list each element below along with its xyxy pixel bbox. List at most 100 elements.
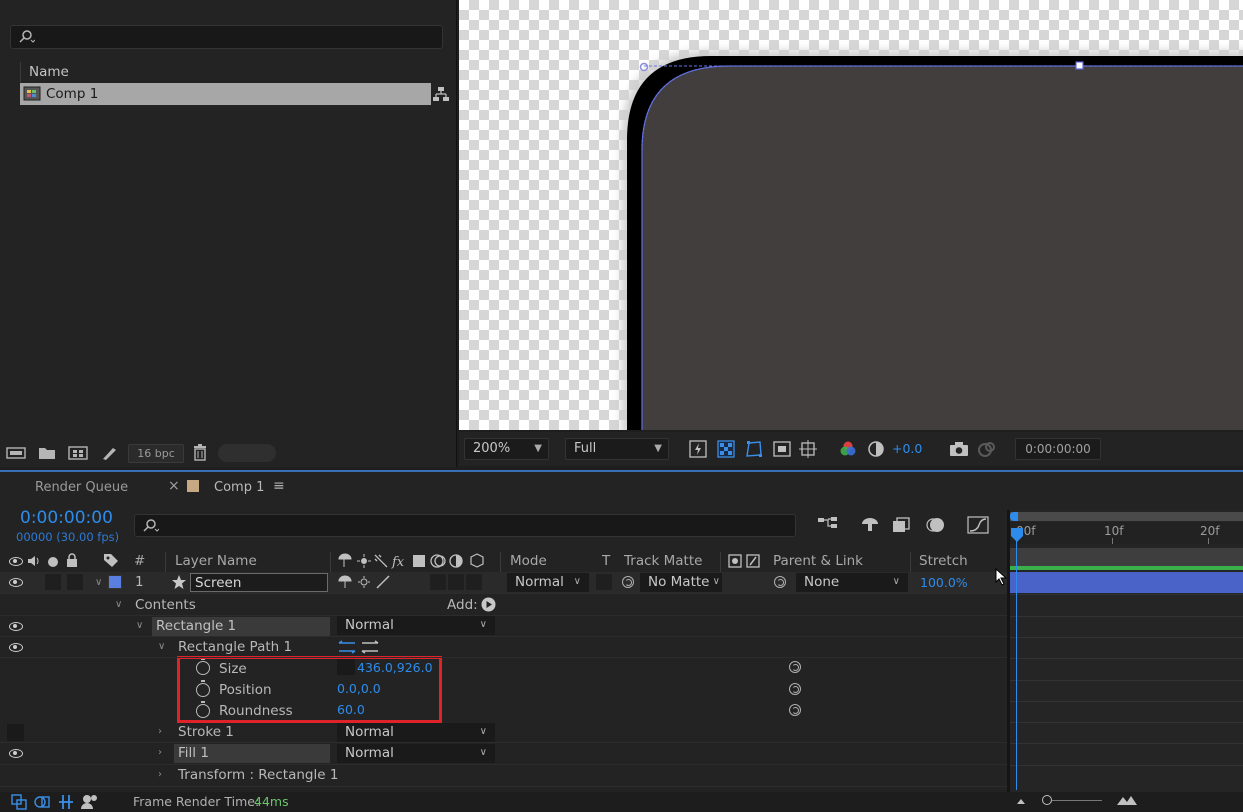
chevron-down-icon[interactable]: ∨ bbox=[95, 577, 102, 588]
work-area-bar[interactable] bbox=[1010, 512, 1243, 521]
reset-exposure-icon[interactable] bbox=[867, 440, 885, 458]
thumbnail-slider[interactable] bbox=[218, 444, 276, 462]
resolution-select[interactable]: Full ▼ bbox=[565, 438, 669, 460]
audio-header-icon[interactable] bbox=[27, 554, 41, 568]
current-time-display[interactable]: 0:00:00:00 bbox=[1015, 438, 1101, 460]
parent-dropdown[interactable]: None ∨ bbox=[796, 573, 908, 592]
chevron-right-icon[interactable]: › bbox=[158, 726, 162, 737]
work-area-start-handle[interactable] bbox=[1010, 512, 1018, 521]
switch-box[interactable] bbox=[448, 574, 464, 590]
show-snapshot-icon[interactable] bbox=[977, 440, 997, 458]
pickwhip-icon[interactable] bbox=[789, 704, 801, 716]
mask-visibility-icon[interactable] bbox=[745, 440, 763, 458]
close-tab-icon[interactable]: × bbox=[168, 478, 180, 494]
anchor-point[interactable] bbox=[639, 62, 649, 72]
graph-editor-icon[interactable] bbox=[967, 516, 989, 534]
zoom-slider-track[interactable] bbox=[1052, 800, 1102, 801]
column-layer-name[interactable]: Layer Name bbox=[175, 553, 257, 569]
rectangle-path-name[interactable]: Rectangle Path 1 bbox=[178, 639, 292, 655]
region-of-interest-icon[interactable] bbox=[773, 440, 791, 458]
solo-toggle[interactable] bbox=[45, 574, 61, 590]
chevron-down-icon[interactable]: ∨ bbox=[136, 620, 143, 631]
zoom-slider-thumb[interactable] bbox=[1042, 795, 1052, 805]
playhead-line[interactable] bbox=[1016, 528, 1017, 790]
chevron-down-icon[interactable]: ∨ bbox=[158, 641, 165, 652]
composition-flowchart-icon[interactable] bbox=[817, 516, 839, 534]
column-stretch[interactable]: Stretch bbox=[919, 553, 968, 569]
flowchart-icon[interactable] bbox=[432, 86, 450, 102]
preserve-transparency-toggle[interactable] bbox=[596, 574, 612, 590]
color-channels-icon[interactable] bbox=[839, 440, 857, 458]
layer-label-color[interactable] bbox=[108, 575, 122, 589]
visibility-eye-icon[interactable] bbox=[9, 578, 23, 587]
transfer-controls-toggle-icon[interactable] bbox=[34, 794, 50, 810]
chevron-right-icon[interactable]: › bbox=[158, 747, 162, 758]
label-tag-icon[interactable] bbox=[103, 553, 119, 568]
draft-3d-icon[interactable] bbox=[859, 516, 881, 534]
column-parent-link[interactable]: Parent & Link bbox=[773, 553, 863, 569]
new-folder-icon[interactable] bbox=[38, 445, 56, 461]
stretch-value[interactable]: 100.0% bbox=[920, 575, 968, 590]
frame-blending-icon[interactable] bbox=[891, 516, 913, 534]
layer-mode-dropdown[interactable]: Normal ∨ bbox=[507, 573, 589, 592]
visibility-toggle-off[interactable] bbox=[7, 724, 24, 741]
solo-header-icon[interactable] bbox=[48, 557, 58, 567]
fast-preview-icon[interactable] bbox=[689, 440, 707, 458]
new-composition-icon[interactable] bbox=[68, 445, 88, 461]
parent-pickwhip-icon[interactable] bbox=[774, 576, 786, 588]
visibility-eye-icon[interactable] bbox=[9, 749, 23, 758]
column-track-matte[interactable]: Track Matte bbox=[624, 553, 702, 569]
render-time-toggle-icon[interactable] bbox=[80, 794, 98, 810]
switch-box[interactable] bbox=[466, 574, 482, 590]
project-item-comp[interactable]: Comp 1 bbox=[20, 83, 431, 105]
motion-blur-icon[interactable] bbox=[925, 516, 947, 534]
zoom-in-icon[interactable] bbox=[1116, 794, 1138, 806]
group-name-field[interactable]: Rectangle 1 bbox=[152, 617, 330, 636]
composition-viewer[interactable] bbox=[459, 0, 1243, 430]
chevron-right-icon[interactable]: › bbox=[158, 769, 162, 780]
camera-snapshot-icon[interactable] bbox=[949, 440, 969, 458]
layer-switches-toggle-icon[interactable] bbox=[11, 794, 27, 810]
layer-duration-bar[interactable] bbox=[1010, 572, 1243, 593]
zoom-out-icon[interactable] bbox=[1014, 796, 1028, 806]
switch-box[interactable] bbox=[430, 574, 446, 590]
zoom-select[interactable]: 200% ▼ bbox=[464, 438, 549, 460]
fill-mode-dropdown[interactable]: Normal ∨ bbox=[337, 744, 495, 763]
track-matte-dropdown[interactable]: No Matte ∨ bbox=[640, 573, 722, 592]
layer-switch-icons[interactable] bbox=[337, 575, 393, 589]
path-vertex-handle[interactable] bbox=[1075, 61, 1084, 70]
video-switch-header-icon[interactable] bbox=[9, 557, 23, 566]
layer-name-field[interactable]: Screen bbox=[190, 573, 328, 592]
group-mode-dropdown[interactable]: Normal ∨ bbox=[337, 616, 495, 635]
column-mode[interactable]: Mode bbox=[510, 553, 547, 569]
interpret-footage-icon[interactable] bbox=[6, 445, 26, 461]
add-menu-icon[interactable] bbox=[481, 597, 496, 612]
in-out-toggle-icon[interactable] bbox=[58, 794, 74, 810]
tab-render-queue[interactable]: Render Queue bbox=[35, 480, 128, 495]
bit-depth-button[interactable]: 16 bpc bbox=[128, 444, 184, 463]
path-direction-icon[interactable] bbox=[338, 640, 380, 654]
exposure-value[interactable]: +0.0 bbox=[892, 441, 922, 456]
visibility-eye-icon[interactable] bbox=[9, 643, 23, 652]
lock-header-icon[interactable] bbox=[66, 553, 78, 568]
visibility-eye-icon[interactable] bbox=[9, 622, 23, 631]
trash-icon[interactable] bbox=[192, 444, 208, 461]
chevron-down-icon[interactable]: ∨ bbox=[115, 599, 122, 610]
transform-name[interactable]: Transform : Rectangle 1 bbox=[178, 767, 338, 783]
lock-toggle[interactable] bbox=[67, 574, 83, 590]
timeline-current-time[interactable]: 0:00:00:00 bbox=[20, 508, 113, 528]
column-t[interactable]: T bbox=[602, 553, 610, 569]
pickwhip-icon[interactable] bbox=[789, 661, 801, 673]
project-column-name[interactable]: Name bbox=[29, 64, 69, 80]
grid-guide-icon[interactable] bbox=[799, 440, 817, 458]
pickwhip-icon[interactable] bbox=[789, 683, 801, 695]
matte-pickwhip-icon[interactable] bbox=[622, 576, 634, 588]
fill-name-field[interactable]: Fill 1 bbox=[174, 744, 330, 763]
tab-comp[interactable]: Comp 1 bbox=[214, 480, 264, 495]
stroke-mode-dropdown[interactable]: Normal ∨ bbox=[337, 723, 495, 742]
stroke-name[interactable]: Stroke 1 bbox=[178, 724, 234, 740]
project-search-input[interactable] bbox=[10, 25, 443, 49]
transparency-grid-icon[interactable] bbox=[717, 440, 735, 458]
timeline-search-input[interactable] bbox=[134, 514, 796, 537]
pen-icon[interactable] bbox=[100, 445, 118, 461]
